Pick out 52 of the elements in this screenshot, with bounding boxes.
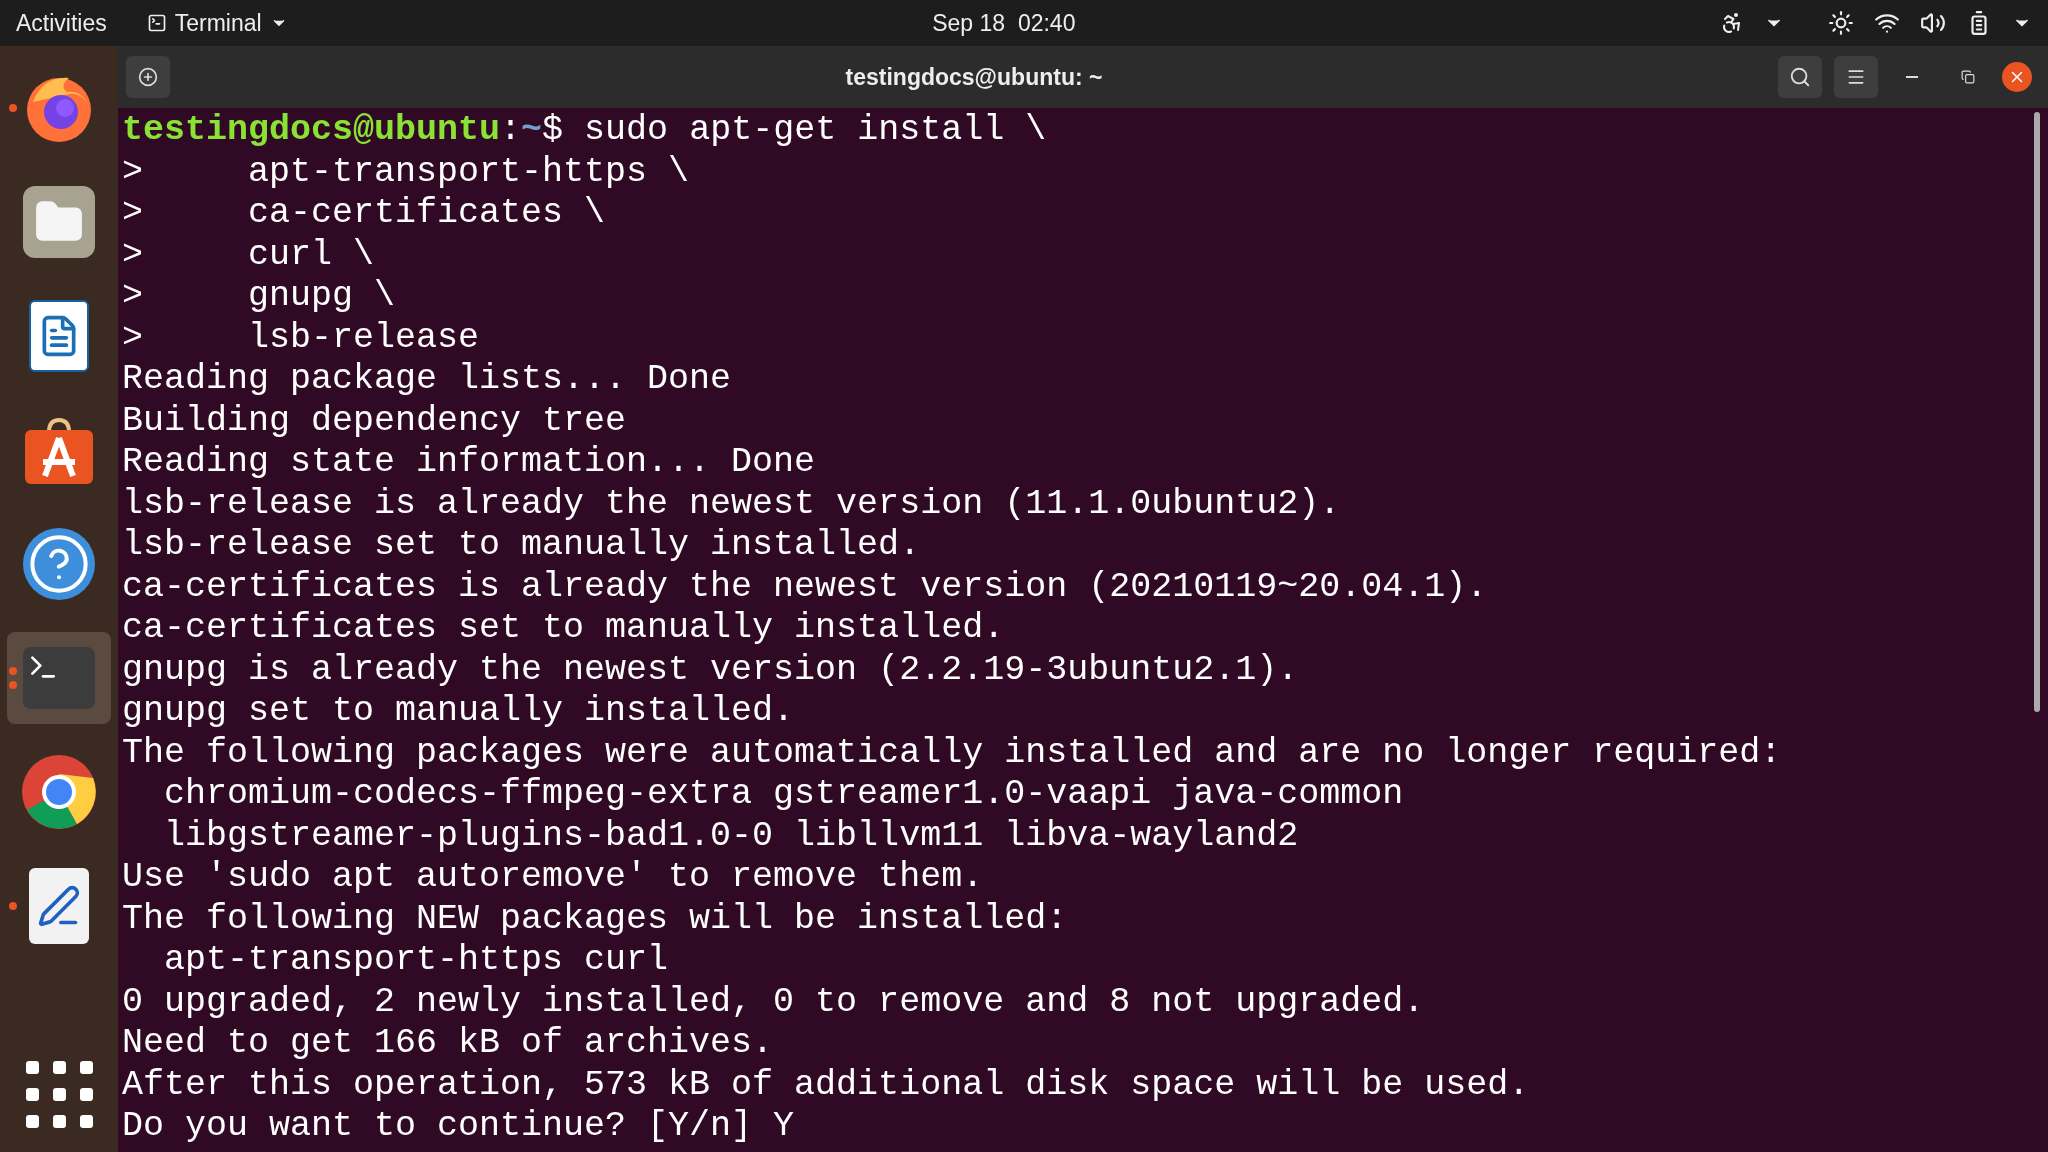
output-line: After this operation, 573 kB of additional disk space will be used.	[122, 1064, 1530, 1105]
window-title: testingdocs@ubuntu: ~	[845, 62, 1103, 92]
output-line: > curl \	[122, 234, 375, 275]
output-line: Building dependency tree	[122, 400, 627, 441]
prompt-path: ~	[521, 110, 543, 152]
command-text: sudo apt-get install \	[584, 110, 1047, 152]
pencil-note-icon	[29, 868, 89, 944]
brightness-icon[interactable]	[1828, 10, 1854, 36]
restore-icon	[1961, 70, 1975, 84]
output-line: Use 'sudo apt autoremove' to remove them.	[122, 857, 984, 897]
output-line: libgstreamer-plugins-bad1.0-0 libllvm11 libva-wayland2	[163, 815, 1299, 856]
prompt-separator: :	[500, 110, 522, 152]
prompt-symbol: $	[542, 110, 565, 152]
clock[interactable]: Sep 18 02:40	[932, 5, 1076, 41]
volume-icon[interactable]	[1920, 10, 1946, 36]
output-line: chromium-codecs-ffmpeg-extra gstreamer1.0-vaapi java-common	[163, 774, 1404, 814]
output-line: Reading package lists... Done	[122, 359, 732, 399]
prompt-user: testingdocs@ubuntu	[122, 110, 501, 152]
activities-button[interactable]: Activities	[16, 5, 147, 41]
chrome-ball-icon	[21, 754, 97, 830]
close-button[interactable]	[2002, 62, 2032, 92]
terminal-icon	[146, 13, 167, 33]
terminal-icon	[23, 647, 95, 709]
output-line: > gnupg \	[122, 276, 396, 316]
output-line: > lsb-release	[122, 317, 480, 358]
output-line: Reading state information... Done	[122, 442, 816, 482]
search-button[interactable]	[1778, 56, 1822, 98]
output-line: > apt-transport-https \	[122, 151, 690, 192]
document-icon	[29, 300, 89, 372]
app-menu[interactable]: Terminal	[146, 5, 288, 41]
output-line: 0 upgraded, 2 newly installed, 0 to remove and 8 not upgraded.	[122, 981, 1425, 1022]
output-line: The following NEW packages will be installed:	[122, 898, 1068, 939]
output-line: gnupg is already the newest version (2.2.19-3ubuntu2.1).	[122, 649, 1299, 690]
new-tab-icon	[138, 67, 158, 87]
output-line: lsb-release is already the newest version (11.1.0ubuntu2).	[122, 483, 1341, 524]
output-line: The following packages were automatically installed and are no longer required:	[122, 732, 1782, 773]
search-icon	[1789, 66, 1811, 88]
output-line: ca-certificates set to manually installed.	[122, 608, 1005, 648]
output-line: Need to get 166 kB of archives.	[122, 1023, 774, 1063]
output-line: apt-transport-https curl	[163, 940, 669, 980]
menu-button[interactable]	[1834, 56, 1878, 98]
menu-icon	[1846, 67, 1866, 87]
output-line: gnupg set to manually installed.	[122, 691, 795, 731]
output-line: > ca-certificates \	[122, 193, 606, 233]
app-grid-icon[interactable]	[25, 1061, 93, 1128]
output-line: ca-certificates is already the newest version (20210119~20.04.1).	[122, 566, 1488, 607]
output-line: lsb-release set to manually installed.	[122, 525, 921, 565]
minimize-icon	[1906, 76, 1918, 78]
new-tab-button[interactable]	[126, 56, 170, 98]
scrollbar-thumb[interactable]	[2034, 112, 2040, 712]
folder-icon	[23, 186, 95, 258]
output-line: Do you want to continue? [Y/n] Y	[122, 1106, 795, 1146]
